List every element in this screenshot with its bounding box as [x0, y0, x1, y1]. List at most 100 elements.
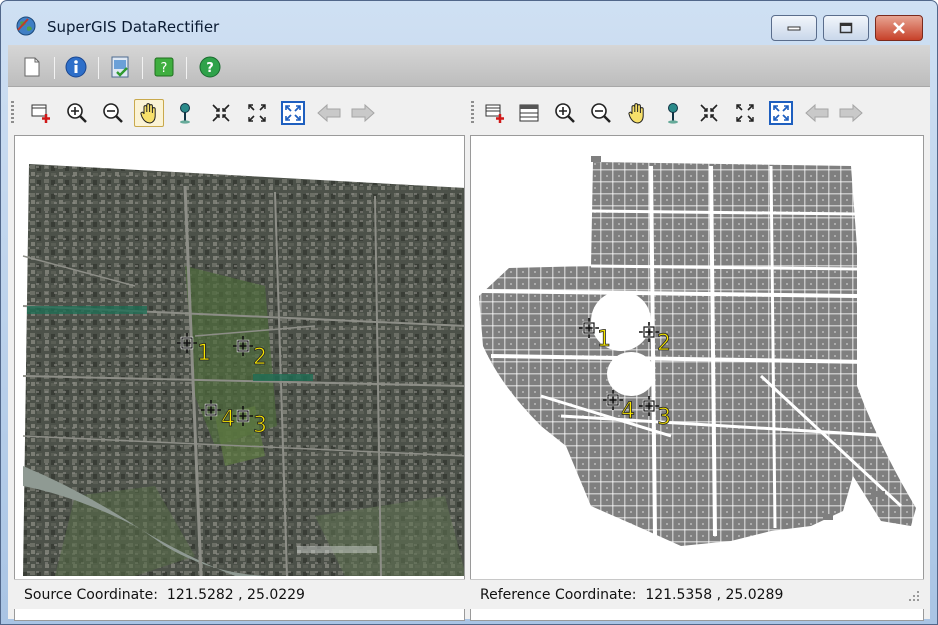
source-zoom-in-button[interactable]	[62, 99, 92, 127]
toolbar-separator	[142, 57, 143, 79]
source-zoom-fixed-out-button[interactable]	[242, 99, 272, 127]
source-full-extent-button[interactable]	[278, 99, 308, 127]
source-zoom-out-button[interactable]	[98, 99, 128, 127]
help-icon: ?	[199, 56, 221, 78]
reference-zoom-fixed-in-button[interactable]	[694, 99, 724, 127]
control-point-label: 4	[221, 407, 235, 432]
control-point-label: 4	[621, 399, 635, 424]
back-arrow-icon	[317, 103, 341, 123]
reference-control-point-2[interactable]: 2	[639, 322, 671, 356]
resize-grip-icon[interactable]	[906, 589, 920, 603]
status-spacer	[636, 587, 645, 603]
minimize-button[interactable]	[771, 15, 817, 41]
source-zoom-fixed-in-button[interactable]	[206, 99, 236, 127]
crosshair-icon	[639, 322, 659, 342]
help-button[interactable]: ?	[198, 55, 222, 79]
source-forward-button[interactable]	[348, 99, 378, 127]
rectify-image-button[interactable]	[108, 55, 132, 79]
control-point-label: 1	[197, 341, 211, 366]
zoom-fixed-in-icon	[212, 104, 230, 122]
source-status-bar: Source Coordinate: 121.5282 , 25.0229	[14, 579, 465, 609]
reference-zoom-in-button[interactable]	[550, 99, 580, 127]
reference-coordinate-label: Reference Coordinate:	[480, 586, 637, 603]
source-pan-button[interactable]	[134, 99, 164, 127]
reference-back-button[interactable]	[802, 99, 832, 127]
globe-app-icon	[16, 16, 36, 36]
source-control-points-overlay: 1 2 34	[177, 333, 267, 438]
crosshair-icon	[579, 318, 599, 338]
zoom-fixed-in-icon	[700, 104, 718, 122]
app-window: SuperGIS DataRectifier ? ? 1 2 3 4 1 2 3…	[0, 0, 938, 625]
reference-map-panel[interactable]: 1 2 34	[470, 135, 924, 621]
crosshair-icon	[233, 336, 253, 356]
add-control-point-icon	[485, 104, 504, 123]
source-control-point-3[interactable]: 3	[233, 406, 267, 438]
toolbar-grip[interactable]	[471, 101, 474, 125]
reference-add-control-point-button[interactable]	[480, 99, 510, 127]
title-bar[interactable]: SuperGIS DataRectifier	[1, 1, 937, 45]
forward-arrow-icon	[351, 103, 375, 123]
crosshair-icon	[233, 406, 253, 426]
toolbar-separator	[186, 57, 187, 79]
zoom-fixed-out-icon	[248, 104, 266, 122]
source-add-control-point-button[interactable]	[26, 99, 56, 127]
reference-control-point-1[interactable]: 1	[579, 318, 611, 352]
source-toolbar	[8, 91, 464, 133]
toolbar-grip[interactable]	[11, 101, 14, 125]
minimize-icon	[787, 26, 801, 31]
full-extent-icon	[281, 101, 305, 125]
crosshair-icon	[201, 400, 221, 420]
main-toolbar: ? ?	[8, 45, 930, 87]
reference-select-point-button[interactable]	[658, 99, 688, 127]
source-control-point-2[interactable]: 2	[233, 336, 267, 370]
source-control-point-1[interactable]: 1	[177, 333, 211, 366]
control-point-label: 2	[253, 345, 267, 370]
control-point-label: 1	[597, 327, 611, 352]
window-title: SuperGIS DataRectifier	[47, 18, 220, 36]
reference-control-point-4[interactable]: 4	[603, 390, 635, 424]
reference-layer-table-button[interactable]	[514, 99, 544, 127]
forward-arrow-icon	[839, 103, 863, 123]
layer-table-icon	[519, 104, 539, 122]
reference-control-point-3[interactable]: 3	[639, 396, 671, 430]
reference-toolbar	[468, 91, 930, 133]
control-point-label: 2	[657, 331, 671, 356]
source-control-point-4[interactable]: 4	[201, 400, 235, 432]
pan-hand-icon	[628, 103, 644, 124]
reference-full-extent-button[interactable]	[766, 99, 796, 127]
reference-zoom-out-button[interactable]	[586, 99, 616, 127]
close-button[interactable]	[875, 15, 923, 41]
svg-text:?: ?	[161, 61, 168, 76]
zoom-out-icon	[591, 103, 611, 123]
source-coordinate-value: 121.5282 , 25.0229	[166, 586, 305, 603]
reference-forward-button[interactable]	[836, 99, 866, 127]
new-document-button[interactable]	[20, 55, 44, 79]
reference-status-bar: Reference Coordinate: 121.5358 , 25.0289	[470, 579, 924, 609]
source-image-panel[interactable]: 1 2 34	[14, 135, 465, 621]
maximize-button[interactable]	[823, 15, 869, 41]
reference-coordinate-value: 121.5358 , 25.0289	[645, 586, 784, 603]
zoom-in-icon	[555, 103, 575, 123]
zoom-in-icon	[67, 103, 87, 123]
info-button[interactable]	[64, 55, 88, 79]
report-icon: ?	[154, 57, 174, 77]
select-point-icon	[668, 103, 678, 124]
crosshair-icon	[177, 333, 197, 353]
zoom-out-icon	[103, 103, 123, 123]
reference-zoom-fixed-out-button[interactable]	[730, 99, 760, 127]
source-select-point-button[interactable]	[170, 99, 200, 127]
new-document-icon	[24, 57, 40, 77]
zoom-fixed-out-icon	[736, 104, 754, 122]
reference-pan-button[interactable]	[622, 99, 652, 127]
control-point-label: 3	[657, 405, 671, 430]
source-back-button[interactable]	[314, 99, 344, 127]
select-point-icon	[180, 103, 190, 124]
control-point-label: 3	[253, 413, 267, 438]
info-icon	[65, 56, 87, 78]
report-button[interactable]: ?	[152, 55, 176, 79]
maximize-icon	[839, 22, 853, 34]
full-extent-icon	[769, 101, 793, 125]
client-area: ? ? 1 2 3 4 1 2 3 4 Source Coordinate: 1…	[8, 45, 930, 621]
crosshair-icon	[603, 390, 623, 410]
toolbar-separator	[54, 57, 55, 79]
